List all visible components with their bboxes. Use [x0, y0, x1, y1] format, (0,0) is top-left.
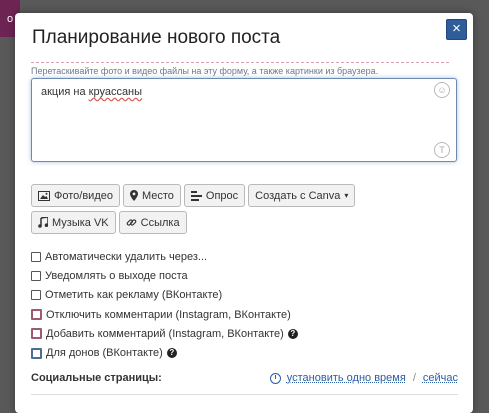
social-pages-header: Социальные страницы: установить одно вре… [31, 372, 458, 384]
photo-video-button[interactable]: Фото/видео [31, 184, 120, 207]
close-button[interactable]: × [446, 19, 467, 40]
now-link[interactable]: сейчас [423, 372, 458, 384]
attach-toolbar-row-1: Фото/видео Место Опрос Создать с Canva ▾ [31, 184, 356, 207]
poll-icon [190, 190, 202, 201]
smile-icon[interactable]: ☺ [434, 82, 450, 98]
post-text-input[interactable]: акция на круассаны ☺ T [31, 78, 457, 162]
music-vk-button[interactable]: Музыка VK [31, 211, 116, 234]
link-icon [126, 219, 137, 226]
set-one-time-link[interactable]: установить одно время [287, 372, 406, 384]
clock-icon [269, 372, 281, 384]
checkbox[interactable] [31, 251, 41, 262]
separator: / [412, 372, 416, 384]
option-add-comment[interactable]: Добавить комментарий (Instagram, ВКонтак… [31, 324, 298, 343]
canva-dropdown-button[interactable]: Создать с Canva ▾ [248, 184, 356, 207]
help-icon[interactable]: ? [287, 328, 298, 339]
map-marker-icon [129, 190, 138, 201]
dialog-title: Планирование нового поста [32, 27, 281, 48]
help-icon[interactable]: ? [166, 348, 177, 359]
time-controls: установить одно время / сейчас [269, 372, 458, 384]
checkbox[interactable] [31, 309, 42, 321]
caret-down-icon: ▾ [344, 191, 349, 200]
social-pages-label: Социальные страницы: [31, 372, 162, 384]
place-button[interactable]: Место [122, 184, 181, 207]
post-text: акция на круассаны [41, 86, 143, 98]
poll-button[interactable]: Опрос [183, 184, 246, 207]
checkbox[interactable] [31, 347, 42, 359]
link-button[interactable]: Ссылка [118, 211, 187, 234]
option-donors[interactable]: Для донов (ВКонтакте) ? [31, 343, 298, 362]
post-options-list: Автоматически удалить через... Уведомлят… [31, 247, 298, 363]
schedule-post-dialog: Планирование нового поста × Перетаскивай… [15, 13, 473, 413]
misspelled-word: круассаны [88, 86, 143, 98]
divider [31, 394, 458, 395]
attach-toolbar-row-2: Музыка VK Ссылка [31, 211, 187, 234]
checkbox[interactable] [31, 328, 42, 340]
option-disable-comments[interactable]: Отключить комментарии (Instagram, ВКонта… [31, 305, 298, 324]
checkbox[interactable] [31, 290, 41, 301]
option-auto-delete[interactable]: Автоматически удалить через... [31, 247, 298, 266]
music-icon [38, 217, 48, 228]
image-icon [38, 190, 50, 201]
text-format-icon[interactable]: T [434, 142, 450, 158]
drop-hint: Перетаскивайте фото и видео файлы на эту… [31, 62, 449, 76]
checkbox[interactable] [31, 270, 41, 281]
option-mark-ad[interactable]: Отметить как рекламу (ВКонтакте) [31, 286, 298, 305]
option-notify-publish[interactable]: Уведомлять о выходе поста [31, 266, 298, 285]
